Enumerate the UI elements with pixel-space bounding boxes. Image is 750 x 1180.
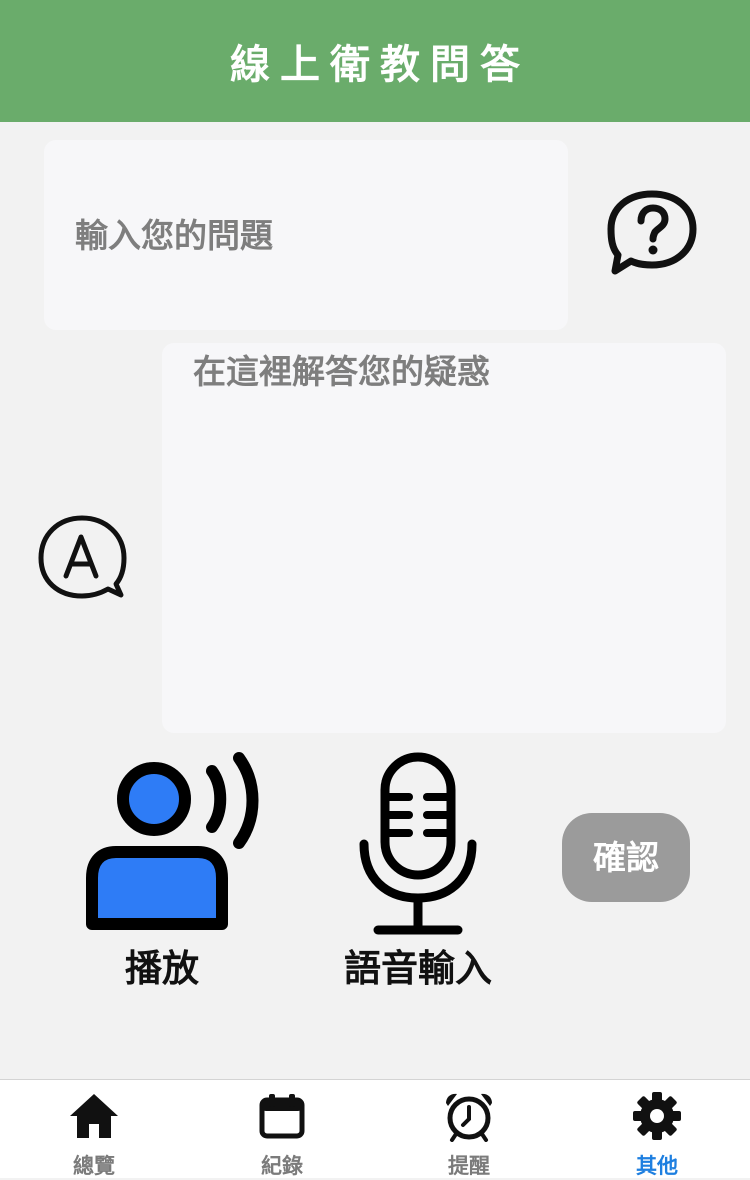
nav-item-records[interactable]: 紀錄 xyxy=(222,1080,342,1179)
nav-item-reminders[interactable]: 提醒 xyxy=(409,1080,529,1179)
play-button[interactable]: 播放 xyxy=(82,748,264,990)
voice-input-label: 語音輸入 xyxy=(344,947,492,990)
home-icon xyxy=(70,1094,118,1138)
app-header: 線上衛教問答 xyxy=(0,0,750,122)
gear-icon xyxy=(633,1092,681,1140)
nav-item-overview[interactable]: 總覽 xyxy=(34,1080,154,1179)
question-bubble-icon xyxy=(607,190,697,275)
speaker-person-icon xyxy=(86,752,259,930)
question-input[interactable] xyxy=(44,140,568,330)
microphone-icon xyxy=(359,752,477,935)
voice-input-button[interactable]: 語音輸入 xyxy=(340,748,500,990)
confirm-button[interactable]: 確認 xyxy=(562,813,690,902)
calendar-icon xyxy=(259,1094,305,1139)
answer-bubble-icon xyxy=(38,515,127,599)
play-label: 播放 xyxy=(125,947,199,990)
bottom-nav: 總覽 紀錄 提醒 其他 xyxy=(0,1079,750,1178)
answer-panel: 在這裡解答您的疑惑 xyxy=(162,343,726,733)
answer-text: 在這裡解答您的疑惑 xyxy=(193,352,490,391)
nav-label-overview: 總覽 xyxy=(73,1154,115,1178)
nav-label-records: 紀錄 xyxy=(261,1154,303,1178)
nav-label-reminders: 提醒 xyxy=(448,1154,490,1178)
alarm-clock-icon xyxy=(446,1093,492,1142)
nav-label-other: 其他 xyxy=(636,1154,678,1178)
nav-item-other[interactable]: 其他 xyxy=(597,1080,717,1179)
page-title: 線上衛教問答 xyxy=(230,42,530,88)
